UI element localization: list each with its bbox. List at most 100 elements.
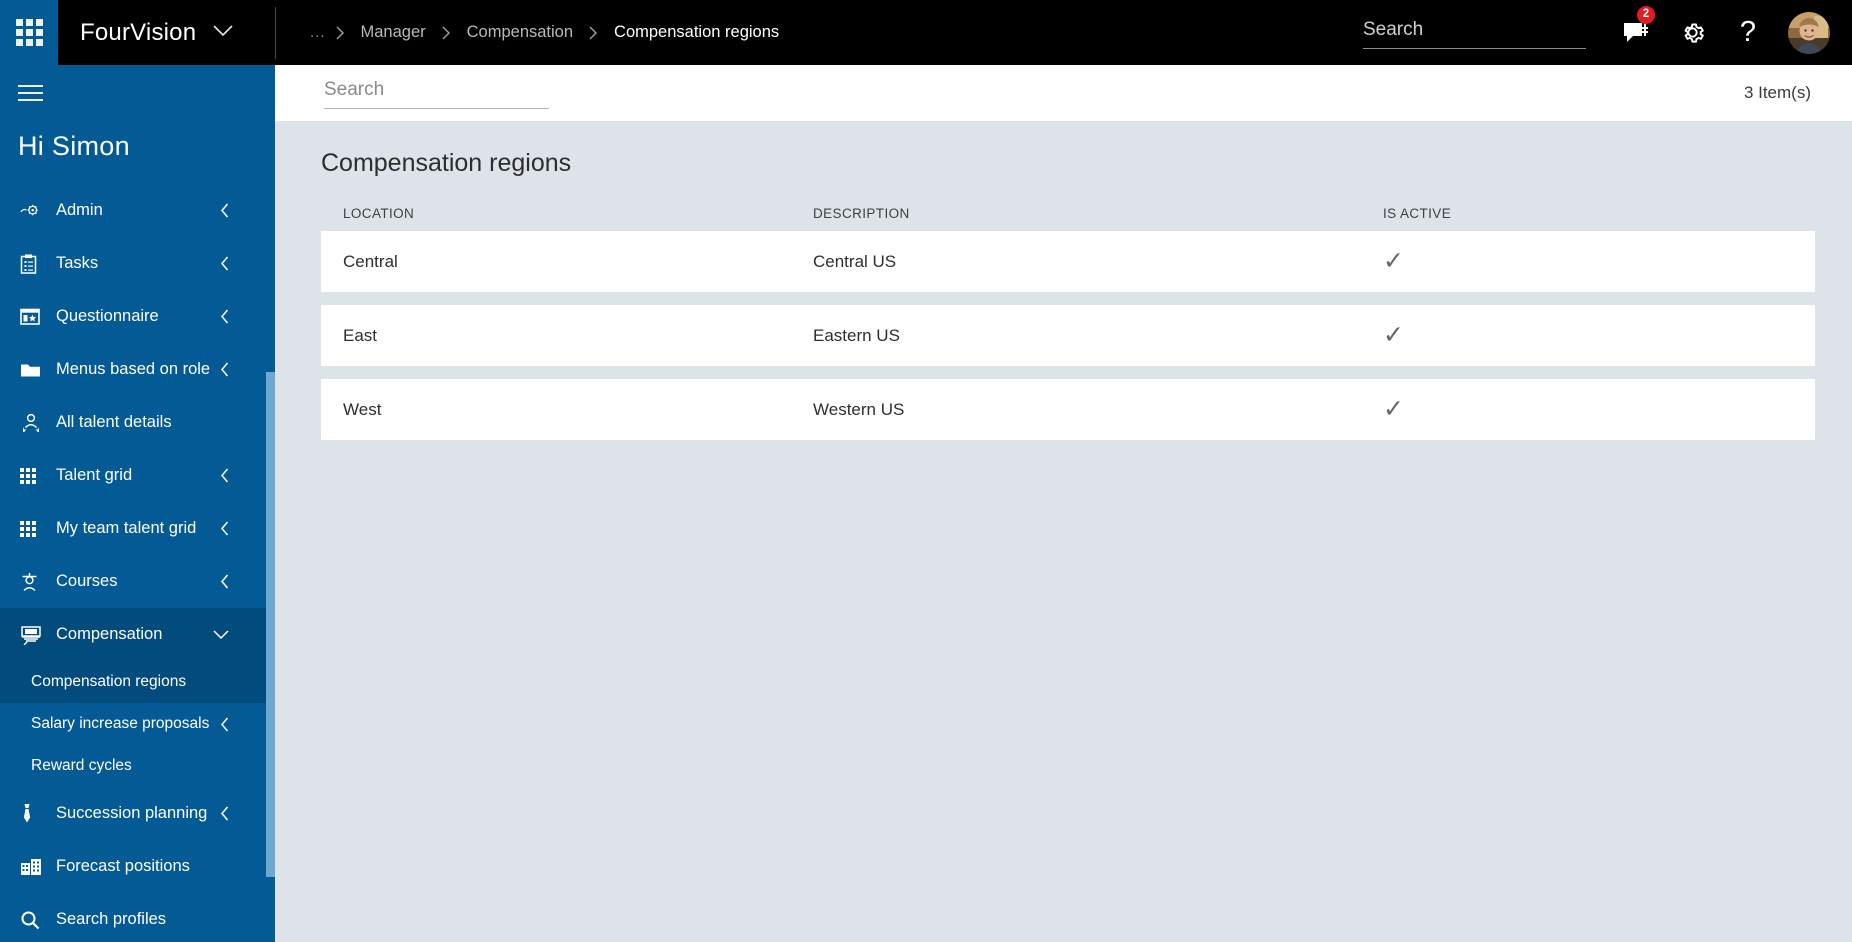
admin-gear-icon — [20, 202, 50, 220]
sidebar-item-label: My team talent grid — [56, 519, 197, 537]
questionnaire-icon — [20, 307, 50, 326]
sidebar-item-admin[interactable]: Admin — [0, 184, 275, 237]
sidebar-subitem-label: Compensation regions — [31, 673, 187, 690]
sidebar-item-label: Forecast positions — [56, 857, 190, 875]
greeting-text: Hi Simon — [18, 131, 130, 161]
grid-icon — [20, 467, 50, 484]
column-header-location: LOCATION — [343, 206, 415, 221]
sidebar-item-label: Search profiles — [56, 910, 167, 928]
table-row[interactable]: East Eastern US ✓ — [321, 305, 1815, 366]
grid-icon — [20, 520, 50, 537]
cell-is-active-checkmark-icon: ✓ — [1383, 247, 1404, 275]
content-toolbar: 3 Item(s) — [275, 65, 1852, 121]
sidebar-toggle-button[interactable] — [0, 65, 275, 121]
cell-is-active-checkmark-icon: ✓ — [1383, 321, 1404, 349]
breadcrumb-separator-icon — [438, 25, 455, 40]
breadcrumb-item-compensation-regions[interactable]: Compensation regions — [602, 23, 791, 42]
list-search[interactable] — [324, 77, 549, 109]
compensation-regions-table: LOCATION DESCRIPTION IS ACTIVE Central C… — [275, 206, 1852, 440]
sidebar-item-forecast-positions[interactable]: Forecast positions — [0, 840, 275, 893]
chevron-left-icon[interactable] — [220, 468, 229, 483]
chevron-left-icon[interactable] — [220, 574, 229, 589]
people-icon — [20, 413, 50, 432]
sidebar-item-tasks[interactable]: Tasks — [0, 237, 275, 290]
sidebar-scrollbar-thumb[interactable] — [266, 372, 275, 877]
sidebar-item-succession-planning[interactable]: Succession planning — [0, 787, 275, 840]
sidebar: Hi Simon Admin Tasks Questionnaire Menus… — [0, 65, 275, 942]
chevron-down-icon[interactable] — [213, 629, 229, 640]
brand-name: FourVision — [80, 18, 197, 46]
clipboard-icon — [20, 254, 50, 274]
sidebar-item-menus-based-on-role[interactable]: Menus based on role — [0, 343, 275, 396]
app-launcher-waffle-icon — [15, 19, 43, 46]
sidebar-subitem-salary-increase-proposals[interactable]: Salary increase proposals — [0, 703, 275, 745]
chevron-left-icon[interactable] — [220, 717, 229, 732]
app-launcher-button[interactable] — [0, 0, 58, 65]
help-button[interactable]: ? — [1720, 0, 1776, 65]
breadcrumb-separator-icon — [585, 25, 602, 40]
chevron-left-icon[interactable] — [220, 806, 229, 821]
main-content: Compensation regions LOCATION DESCRIPTIO… — [275, 121, 1852, 942]
gear-icon — [1684, 23, 1704, 43]
folder-icon — [20, 361, 50, 378]
message-icon — [1623, 23, 1648, 42]
breadcrumb: ... Manager Compensation Compensation re… — [276, 0, 791, 65]
compensation-icon — [20, 625, 50, 645]
cell-description: Western US — [813, 399, 905, 419]
sidebar-item-label: All talent details — [56, 413, 172, 431]
cell-location: Central — [343, 251, 398, 271]
sidebar-item-all-talent-details[interactable]: All talent details — [0, 396, 275, 449]
sidebar-item-courses[interactable]: Courses — [0, 555, 275, 608]
sidebar-item-compensation[interactable]: Compensation — [0, 608, 275, 661]
table-row[interactable]: West Western US ✓ — [321, 379, 1815, 440]
building-icon — [20, 858, 50, 876]
sidebar-item-search-profiles[interactable]: Search profiles — [0, 893, 275, 942]
sidebar-item-label: Admin — [56, 201, 103, 219]
sidebar-subitem-label: Reward cycles — [31, 757, 132, 774]
global-search-input[interactable] — [1363, 16, 1586, 49]
hamburger-menu-icon — [18, 85, 43, 101]
avatar[interactable] — [1788, 11, 1830, 54]
sidebar-item-my-team-talent-grid[interactable]: My team talent grid — [0, 502, 275, 555]
sidebar-scrollbar[interactable] — [266, 65, 275, 942]
breadcrumb-ellipsis[interactable]: ... — [298, 24, 332, 41]
chevron-left-icon[interactable] — [220, 203, 229, 218]
sidebar-item-label: Succession planning — [56, 804, 208, 822]
cell-description: Central US — [813, 251, 897, 271]
chevron-left-icon[interactable] — [220, 309, 229, 324]
breadcrumb-item-manager[interactable]: Manager — [349, 23, 438, 42]
table-header-row: LOCATION DESCRIPTION IS ACTIVE — [321, 206, 1815, 231]
messages-button[interactable]: 2 — [1608, 0, 1664, 65]
chevron-left-icon[interactable] — [220, 521, 229, 536]
table-row[interactable]: Central Central US ✓ — [321, 231, 1815, 292]
sidebar-item-questionnaire[interactable]: Questionnaire — [0, 290, 275, 343]
column-header-is-active: IS ACTIVE — [1383, 206, 1452, 221]
sidebar-subitem-compensation-regions[interactable]: Compensation regions — [0, 661, 275, 703]
cell-is-active-checkmark-icon: ✓ — [1383, 395, 1404, 423]
sidebar-item-label: Menus based on role — [56, 360, 211, 378]
chevron-down-icon — [213, 24, 233, 42]
list-search-input[interactable] — [324, 77, 549, 109]
sidebar-item-label: Compensation — [56, 625, 163, 643]
sidebar-item-label: Talent grid — [56, 466, 133, 484]
brand-selector[interactable]: FourVision — [58, 0, 275, 65]
messages-badge: 2 — [1637, 6, 1655, 24]
question-mark-icon: ? — [1739, 16, 1757, 48]
sidebar-item-label: Tasks — [56, 254, 99, 272]
sidebar-subitem-reward-cycles[interactable]: Reward cycles — [0, 745, 275, 787]
search-icon — [20, 910, 50, 930]
sidebar-item-label: Questionnaire — [56, 307, 159, 325]
global-search[interactable] — [1363, 16, 1586, 49]
page-title: Compensation regions — [321, 149, 572, 177]
column-header-description: DESCRIPTION — [813, 206, 910, 221]
sidebar-subitem-label: Salary increase proposals — [31, 715, 210, 732]
chevron-left-icon[interactable] — [220, 362, 229, 377]
cell-description: Eastern US — [813, 325, 900, 345]
graduation-person-icon — [20, 572, 50, 592]
sidebar-item-talent-grid[interactable]: Talent grid — [0, 449, 275, 502]
tie-icon — [20, 803, 50, 824]
chevron-left-icon[interactable] — [220, 256, 229, 271]
settings-button[interactable] — [1664, 0, 1720, 65]
cell-location: West — [343, 399, 382, 419]
breadcrumb-item-compensation[interactable]: Compensation — [455, 23, 585, 42]
